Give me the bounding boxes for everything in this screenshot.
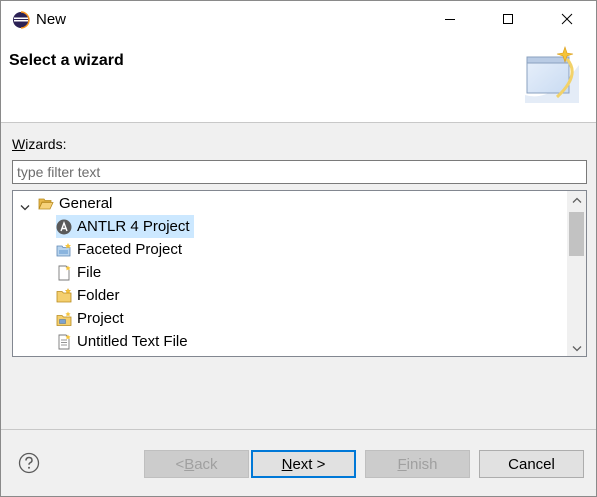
new-wizard-dialog: New Select a wizard Wizards: type filter… — [0, 0, 597, 497]
tree-item-antlr-4-project[interactable]: ANTLR 4 Project — [56, 215, 194, 238]
minimize-button[interactable] — [421, 1, 479, 39]
eclipse-icon — [12, 11, 30, 29]
close-button[interactable] — [538, 1, 596, 39]
chevron-up-icon — [572, 191, 582, 208]
vertical-scrollbar[interactable] — [567, 191, 586, 356]
file-icon — [56, 265, 72, 281]
footer-divider — [1, 429, 596, 430]
page-title: Select a wizard — [9, 52, 124, 69]
chevron-down-icon[interactable] — [20, 199, 30, 211]
folder-open-icon — [38, 196, 54, 212]
tree-item-label: Project — [77, 310, 124, 327]
new-wizard-banner-icon — [521, 45, 581, 103]
tree-item-untitled-text-file[interactable]: Untitled Text File — [56, 330, 188, 353]
wizard-banner: Select a wizard — [1, 39, 596, 123]
chevron-down-icon — [572, 339, 582, 356]
scrollbar-thumb[interactable] — [569, 212, 584, 256]
tree-item-label: Folder — [77, 287, 120, 304]
folder-icon — [56, 287, 72, 304]
tree-item-project[interactable]: Project — [56, 307, 124, 330]
minimize-icon — [444, 12, 456, 29]
tree-item-label: ANTLR 4 Project — [77, 218, 190, 235]
window-title: New — [36, 11, 67, 28]
faceted-project-icon — [56, 242, 72, 258]
maximize-button[interactable] — [479, 1, 537, 39]
tree-item-label: Faceted Project — [77, 241, 183, 258]
help-icon[interactable] — [18, 452, 40, 474]
next-button[interactable]: Next > — [251, 450, 356, 478]
wizards-label: Wizards: — [12, 136, 67, 152]
wizard-tree[interactable]: General ANTLR 4 Project Faceted Project — [12, 190, 587, 357]
tree-item-faceted-project[interactable]: Faceted Project — [56, 238, 182, 261]
finish-button[interactable]: Finish — [365, 450, 470, 478]
tree-item-folder[interactable]: Folder — [56, 284, 120, 307]
back-button[interactable]: < Back — [144, 450, 249, 478]
tree-item-label: General — [59, 195, 113, 212]
scroll-down-button[interactable] — [567, 339, 586, 356]
title-bar[interactable]: New — [1, 1, 596, 39]
tree-item-label: File — [77, 264, 102, 281]
close-icon — [561, 12, 573, 29]
tree-item-file[interactable]: File — [56, 261, 101, 284]
maximize-icon — [502, 12, 514, 29]
cancel-button[interactable]: Cancel — [479, 450, 584, 478]
filter-input[interactable] — [12, 160, 587, 184]
project-icon — [56, 311, 72, 327]
antlr-icon — [56, 219, 72, 235]
scroll-up-button[interactable] — [567, 191, 586, 208]
text-file-icon — [56, 334, 72, 350]
tree-item-general[interactable]: General — [38, 192, 112, 215]
tree-item-label: Untitled Text File — [77, 333, 188, 350]
